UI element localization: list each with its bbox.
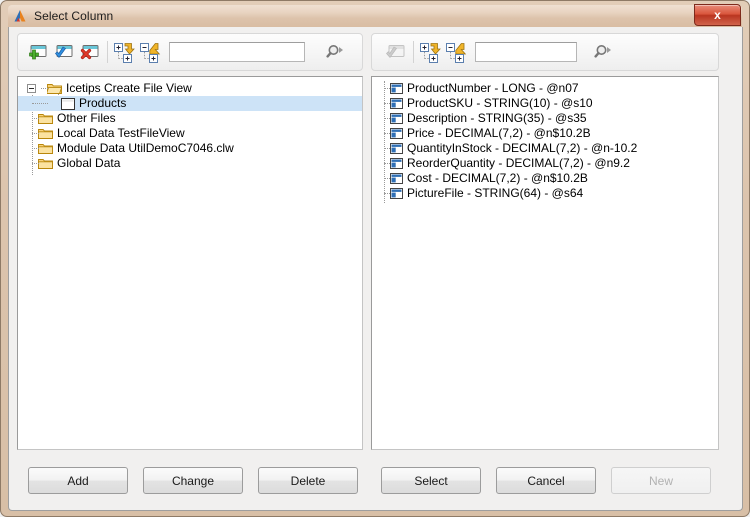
tree-label-0: Icetips Create File View xyxy=(66,81,192,95)
file-view-tree[interactable]: Icetips Create File View Products Other … xyxy=(17,76,363,450)
column-row-6[interactable]: Cost - DECIMAL(7,2) - @n$10.2B xyxy=(372,171,718,186)
folder-icon xyxy=(38,157,53,170)
window-frame: Select Column x Icetips Create File View… xyxy=(0,0,750,517)
folder-icon xyxy=(38,142,53,155)
column-icon xyxy=(390,173,403,184)
column-row-0[interactable]: ProductNumber - LONG - @n07 xyxy=(372,81,718,96)
tree-label-5: Global Data xyxy=(57,156,121,170)
tree-expander-0[interactable] xyxy=(27,84,36,93)
left-pane: Icetips Create File View Products Other … xyxy=(17,33,363,450)
folder-icon xyxy=(38,112,53,125)
column-tick xyxy=(384,88,390,89)
column-label: ProductNumber - LONG - @n07 xyxy=(407,81,579,95)
column-icon xyxy=(390,128,403,139)
panes-container: Icetips Create File View Products Other … xyxy=(9,27,744,457)
table-icon xyxy=(61,97,75,110)
tree-row-3[interactable]: Local Data TestFileView xyxy=(18,126,362,141)
toolbar-separator xyxy=(107,41,108,63)
tree-label-4: Module Data UtilDemoC7046.clw xyxy=(57,141,234,155)
select-button[interactable]: Select xyxy=(381,467,481,494)
window-title: Select Column xyxy=(34,9,114,23)
tree-label-1: Products xyxy=(79,96,127,110)
delete-button[interactable]: Delete xyxy=(258,467,358,494)
column-icon xyxy=(390,83,403,94)
right-pane: ProductNumber - LONG - @n07 ProductSKU -… xyxy=(371,33,719,450)
close-button[interactable]: x xyxy=(694,4,741,26)
dialog-client-area: Icetips Create File View Products Other … xyxy=(8,27,743,511)
column-icon xyxy=(390,188,403,199)
change-button[interactable]: Change xyxy=(143,467,243,494)
cancel-button[interactable]: Cancel xyxy=(496,467,596,494)
column-tick xyxy=(384,103,390,104)
toolbar-separator xyxy=(413,41,414,63)
add-button[interactable]: Add xyxy=(28,467,128,494)
folder-icon xyxy=(38,127,53,140)
expand-all-icon[interactable] xyxy=(419,39,445,65)
column-icon xyxy=(390,113,403,124)
column-row-4[interactable]: QuantityInStock - DECIMAL(7,2) - @n-10.2 xyxy=(372,141,718,156)
column-label: QuantityInStock - DECIMAL(7,2) - @n-10.2 xyxy=(407,141,638,155)
column-tick xyxy=(384,163,390,164)
collapse-all-icon[interactable] xyxy=(139,39,165,65)
tree-tick-2 xyxy=(32,118,39,119)
tree-tick-4 xyxy=(32,148,39,149)
column-tick xyxy=(384,148,390,149)
window-delete-icon[interactable] xyxy=(76,39,102,65)
tree-row-1[interactable]: Products xyxy=(18,96,362,111)
tree-tick-1 xyxy=(32,103,48,104)
tree-row-0[interactable]: Icetips Create File View xyxy=(18,81,362,96)
left-search-input[interactable] xyxy=(169,42,305,62)
close-icon: x xyxy=(714,8,721,22)
folder-open-icon xyxy=(45,82,63,95)
column-row-3[interactable]: Price - DECIMAL(7,2) - @n$10.2B xyxy=(372,126,718,141)
column-tick xyxy=(384,193,390,194)
column-tick xyxy=(384,133,390,134)
column-row-7[interactable]: PictureFile - STRING(64) - @s64 xyxy=(372,186,718,201)
column-label: Price - DECIMAL(7,2) - @n$10.2B xyxy=(407,126,591,140)
tree-rows: Icetips Create File View Products Other … xyxy=(18,81,362,175)
right-search-input[interactable] xyxy=(475,42,577,62)
tree-row-5[interactable]: Global Data xyxy=(18,156,362,171)
window-check-icon[interactable] xyxy=(50,39,76,65)
left-toolbar xyxy=(17,33,363,71)
select-column-dialog: Select Column x Icetips Create File View… xyxy=(0,0,750,517)
clarion-triangle-icon xyxy=(12,8,28,24)
column-icon xyxy=(390,143,403,154)
column-row-5[interactable]: ReorderQuantity - DECIMAL(7,2) - @n9.2 xyxy=(372,156,718,171)
right-search-button[interactable] xyxy=(591,39,617,65)
tree-label-3: Local Data TestFileView xyxy=(57,126,185,140)
column-row-2[interactable]: Description - STRING(35) - @s35 xyxy=(372,111,718,126)
column-tick xyxy=(384,118,390,119)
new-button: New xyxy=(611,467,711,494)
button-bar: Add Change Delete Select Cancel New xyxy=(9,458,744,510)
tree-tick-3 xyxy=(32,133,39,134)
column-label: PictureFile - STRING(64) - @s64 xyxy=(407,186,584,200)
window-insert-disabled-icon xyxy=(382,39,408,65)
tree-row-2[interactable]: Other Files xyxy=(18,111,362,126)
column-label: Cost - DECIMAL(7,2) - @n$10.2B xyxy=(407,171,588,185)
column-rows: ProductNumber - LONG - @n07 ProductSKU -… xyxy=(372,81,718,203)
column-icon xyxy=(390,158,403,169)
tree-row-4[interactable]: Module Data UtilDemoC7046.clw xyxy=(18,141,362,156)
column-tick xyxy=(384,178,390,179)
tree-label-2: Other Files xyxy=(57,111,116,125)
column-list[interactable]: ProductNumber - LONG - @n07 ProductSKU -… xyxy=(371,76,719,450)
column-label: Description - STRING(35) - @s35 xyxy=(407,111,587,125)
title-bar: Select Column x xyxy=(8,4,742,27)
window-add-icon[interactable] xyxy=(24,39,50,65)
left-search-button[interactable] xyxy=(323,39,349,65)
expand-all-icon[interactable] xyxy=(113,39,139,65)
column-icon xyxy=(390,98,403,109)
collapse-all-icon[interactable] xyxy=(445,39,471,65)
tree-tick-0 xyxy=(41,88,48,89)
right-toolbar xyxy=(371,33,719,71)
column-label: ProductSKU - STRING(10) - @s10 xyxy=(407,96,593,110)
column-label: ReorderQuantity - DECIMAL(7,2) - @n9.2 xyxy=(407,156,630,170)
column-row-1[interactable]: ProductSKU - STRING(10) - @s10 xyxy=(372,96,718,111)
tree-tick-5 xyxy=(32,163,39,164)
